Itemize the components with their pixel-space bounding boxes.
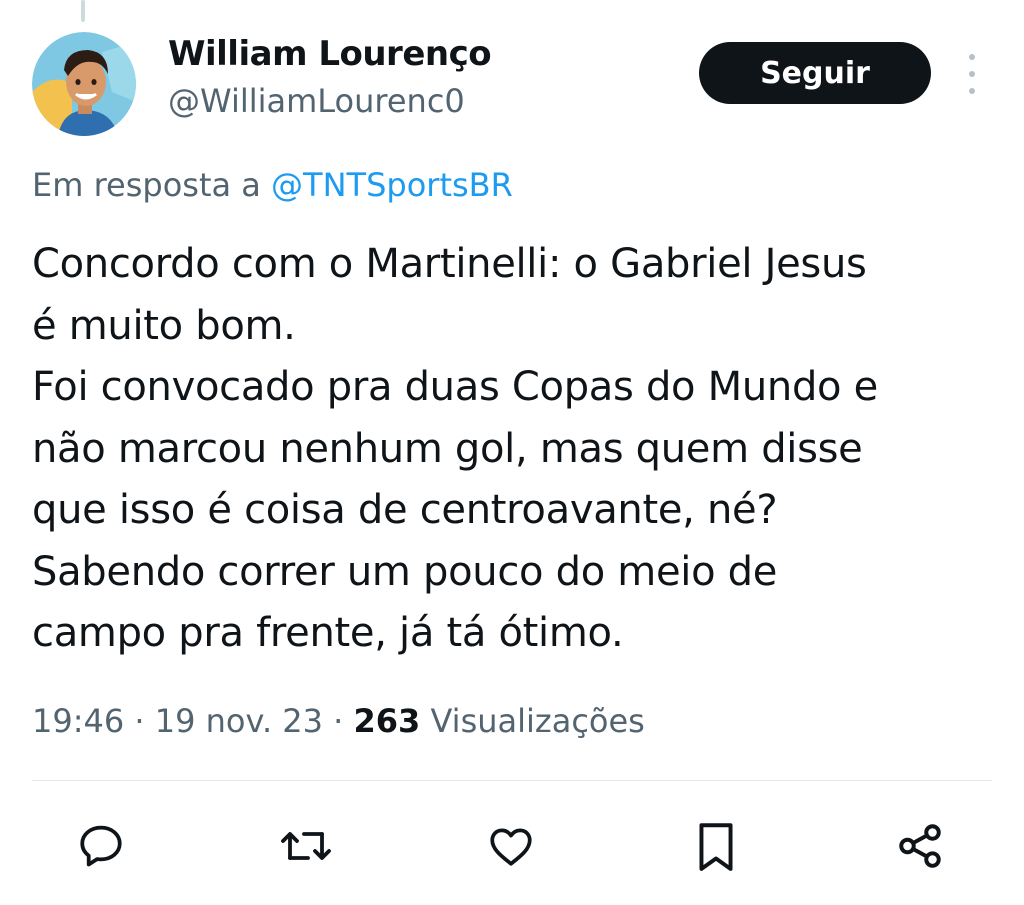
- share-icon: [899, 824, 941, 868]
- more-dot: [969, 88, 975, 94]
- views-count: 263: [353, 702, 421, 740]
- bookmark-button[interactable]: [690, 818, 742, 874]
- views-label: Visualizações: [420, 702, 645, 740]
- more-vertical-icon[interactable]: [958, 54, 986, 94]
- reply-mention-link[interactable]: @TNTSportsBR: [271, 166, 513, 204]
- tweet-text: Concordo com o Martinelli: o Gabriel Jes…: [32, 241, 878, 656]
- share-button[interactable]: [894, 818, 946, 874]
- reply-icon: [80, 825, 122, 867]
- bookmark-icon: [699, 823, 733, 871]
- divider: [32, 780, 992, 781]
- follow-button[interactable]: Seguir: [699, 42, 931, 104]
- more-dot: [969, 71, 975, 77]
- reply-context: Em resposta a @TNTSportsBR: [32, 166, 513, 204]
- tweet-meta: 19:46 · 19 nov. 23 · 263 Visualizações: [32, 702, 645, 740]
- author-display-name[interactable]: William Lourenço: [168, 34, 492, 74]
- more-dot: [969, 54, 975, 60]
- like-icon: [490, 828, 532, 866]
- cartoon-avatar-icon: [32, 32, 136, 136]
- author-handle[interactable]: @WilliamLourenc0: [168, 82, 465, 120]
- tweet-time[interactable]: 19:46: [32, 702, 124, 740]
- meta-separator: ·: [323, 702, 354, 740]
- reply-context-prefix: Em resposta a: [32, 166, 272, 204]
- like-button[interactable]: [485, 818, 537, 874]
- tweet-date[interactable]: 19 nov. 23: [155, 702, 323, 740]
- retweet-button[interactable]: [280, 818, 332, 874]
- retweet-icon: [281, 832, 331, 860]
- avatar[interactable]: [32, 32, 136, 136]
- meta-separator: ·: [124, 702, 155, 740]
- thread-connector-line: [81, 0, 85, 22]
- reply-button[interactable]: [75, 818, 127, 874]
